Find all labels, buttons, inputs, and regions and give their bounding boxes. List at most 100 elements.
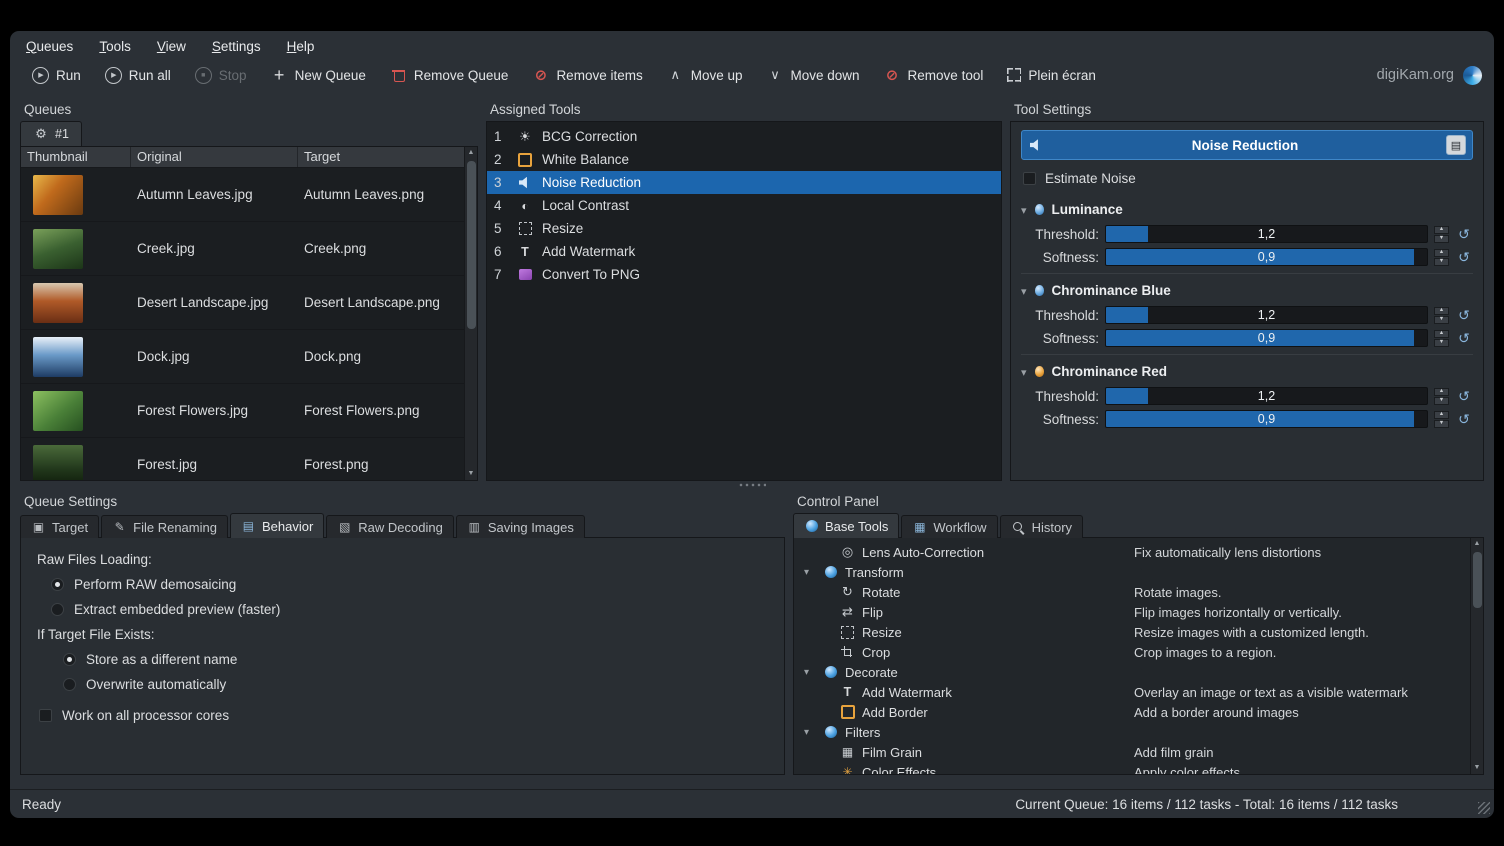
tree-row[interactable]: ▾ Add Watermark Overlay an image or text… — [794, 682, 1469, 702]
toolbar-button[interactable]: New Queue — [261, 63, 376, 88]
scrollbar-thumb[interactable] — [467, 161, 476, 329]
softness-slider[interactable]: 0,9 — [1105, 410, 1428, 428]
reset-icon[interactable] — [1455, 410, 1473, 428]
tree-row[interactable]: ▾ Add Border Add a border around images — [794, 702, 1469, 722]
queue-item-row[interactable]: Autumn Leaves.jpg Autumn Leaves.png — [21, 168, 477, 222]
threshold-spinbox[interactable]: ▲▼ — [1434, 307, 1449, 324]
spin-down-icon[interactable]: ▼ — [1434, 420, 1449, 428]
spin-down-icon[interactable]: ▼ — [1434, 258, 1449, 266]
spin-down-icon[interactable]: ▼ — [1434, 235, 1449, 243]
assigned-tool-item[interactable]: 3 Noise Reduction — [487, 171, 1001, 194]
radio-overwrite-automatically[interactable] — [63, 678, 76, 691]
tree-row[interactable]: ▾ Rotate Rotate images. — [794, 582, 1469, 602]
toolbar-button[interactable]: Remove items — [522, 63, 652, 88]
threshold-spinbox[interactable]: ▲▼ — [1434, 226, 1449, 243]
control-panel-scrollbar[interactable]: ▲ ▼ — [1470, 538, 1483, 774]
softness-spinbox[interactable]: ▲▼ — [1434, 249, 1449, 266]
spin-down-icon[interactable]: ▼ — [1434, 397, 1449, 405]
toolbar-button[interactable]: Move down — [757, 63, 870, 88]
tree-row[interactable]: ▾ Flip Flip images horizontally or verti… — [794, 602, 1469, 622]
spin-down-icon[interactable]: ▼ — [1434, 339, 1449, 347]
toolbar-button[interactable]: Remove tool — [874, 63, 994, 88]
spin-up-icon[interactable]: ▲ — [1434, 307, 1449, 315]
spin-up-icon[interactable]: ▲ — [1434, 249, 1449, 257]
reset-icon[interactable] — [1455, 248, 1473, 266]
spin-down-icon[interactable]: ▼ — [1434, 316, 1449, 324]
queue-item-row[interactable]: Creek.jpg Creek.png — [21, 222, 477, 276]
toolbar-button[interactable]: Run all — [95, 63, 181, 88]
spin-up-icon[interactable]: ▲ — [1434, 330, 1449, 338]
expand-arrow-icon[interactable]: ▾ — [804, 667, 816, 678]
tree-row[interactable]: ▾ Resize Resize images with a customized… — [794, 622, 1469, 642]
spin-up-icon[interactable]: ▲ — [1434, 388, 1449, 396]
digikam-org-link[interactable]: digiKam.org — [1377, 67, 1454, 83]
queue-item-row[interactable]: Desert Landscape.jpg Desert Landscape.pn… — [21, 276, 477, 330]
horizontal-splitter[interactable] — [10, 481, 1494, 489]
column-header-original[interactable]: Original — [131, 147, 298, 167]
queue-item-row[interactable]: Forest Flowers.jpg Forest Flowers.png — [21, 384, 477, 438]
threshold-slider[interactable]: 1,2 — [1105, 387, 1428, 405]
spin-up-icon[interactable]: ▲ — [1434, 411, 1449, 419]
expand-arrow-icon[interactable]: ▾ — [804, 727, 816, 738]
toolbar-button[interactable]: Stop — [185, 63, 257, 88]
softness-spinbox[interactable]: ▲▼ — [1434, 411, 1449, 428]
assigned-tool-item[interactable]: 1 BCG Correction — [487, 125, 1001, 148]
radio-store-different-name[interactable] — [63, 653, 76, 666]
assigned-tool-item[interactable]: 5 Resize — [487, 217, 1001, 240]
reset-icon[interactable] — [1455, 306, 1473, 324]
reset-icon[interactable] — [1455, 225, 1473, 243]
section-header[interactable]: Chrominance Red — [1021, 360, 1473, 382]
spin-up-icon[interactable]: ▲ — [1434, 226, 1449, 234]
section-header[interactable]: Chrominance Blue — [1021, 279, 1473, 301]
menu-item[interactable]: Queues — [26, 39, 73, 54]
queue-settings-tab[interactable]: Saving Images — [456, 515, 585, 538]
scroll-down-icon[interactable]: ▼ — [468, 468, 475, 480]
tree-row[interactable]: ▾ Crop Crop images to a region. — [794, 642, 1469, 662]
queue-item-row[interactable]: Forest.jpg Forest.png — [21, 438, 477, 481]
toolbar-button[interactable]: Move up — [657, 63, 753, 88]
scroll-up-icon[interactable]: ▲ — [1474, 538, 1481, 550]
column-header-target[interactable]: Target — [298, 147, 477, 167]
queue-tab-1[interactable]: #1 — [20, 121, 82, 146]
scroll-down-icon[interactable]: ▼ — [1474, 762, 1481, 774]
tree-row[interactable]: ▾ Filters — [794, 722, 1469, 742]
toolbar-button[interactable]: Remove Queue — [380, 63, 519, 88]
assigned-tool-item[interactable]: 2 White Balance — [487, 148, 1001, 171]
estimate-noise-checkbox[interactable] — [1023, 172, 1036, 185]
threshold-slider[interactable]: 1,2 — [1105, 225, 1428, 243]
threshold-slider[interactable]: 1,2 — [1105, 306, 1428, 324]
radio-perform-raw-demosaicing[interactable] — [51, 578, 64, 591]
queue-settings-tab[interactable]: File Renaming — [101, 515, 228, 538]
expand-arrow-icon[interactable]: ▾ — [804, 567, 816, 578]
menu-item[interactable]: View — [157, 39, 186, 54]
work-all-cores-checkbox[interactable] — [39, 709, 52, 722]
toolbar-button[interactable]: Plein écran — [997, 64, 1106, 87]
queue-settings-tab[interactable]: Behavior — [230, 513, 324, 538]
presets-button[interactable] — [1446, 135, 1466, 155]
assigned-tool-item[interactable]: 4 Local Contrast — [487, 194, 1001, 217]
control-panel-tab[interactable]: History — [1000, 515, 1083, 538]
menu-item[interactable]: Help — [287, 39, 315, 54]
softness-slider[interactable]: 0,9 — [1105, 248, 1428, 266]
queue-settings-tab[interactable]: Target — [20, 515, 99, 538]
tree-row[interactable]: ▾ Film Grain Add film grain — [794, 742, 1469, 762]
menu-item[interactable]: Settings — [212, 39, 261, 54]
queue-item-row[interactable]: Dock.jpg Dock.png — [21, 330, 477, 384]
control-panel-tab[interactable]: Base Tools — [793, 513, 899, 538]
softness-slider[interactable]: 0,9 — [1105, 329, 1428, 347]
column-header-thumbnail[interactable]: Thumbnail — [21, 147, 131, 167]
radio-extract-embedded-preview[interactable] — [51, 603, 64, 616]
tree-row[interactable]: ▾ Decorate — [794, 662, 1469, 682]
tree-row[interactable]: ▾ Color Effects Apply color effects — [794, 762, 1469, 774]
toolbar-button[interactable]: Run — [22, 63, 91, 88]
resize-grip[interactable] — [1478, 802, 1490, 814]
reset-icon[interactable] — [1455, 387, 1473, 405]
queues-scrollbar[interactable]: ▲ ▼ — [464, 147, 477, 480]
tree-row[interactable]: ▾ Lens Auto-Correction Fix automatically… — [794, 542, 1469, 562]
tree-row[interactable]: ▾ Transform — [794, 562, 1469, 582]
queue-settings-tab[interactable]: Raw Decoding — [326, 515, 454, 538]
scrollbar-thumb[interactable] — [1473, 552, 1482, 608]
assigned-tool-item[interactable]: 7 Convert To PNG — [487, 263, 1001, 286]
control-panel-tab[interactable]: Workflow — [901, 515, 997, 538]
assigned-tool-item[interactable]: 6 Add Watermark — [487, 240, 1001, 263]
